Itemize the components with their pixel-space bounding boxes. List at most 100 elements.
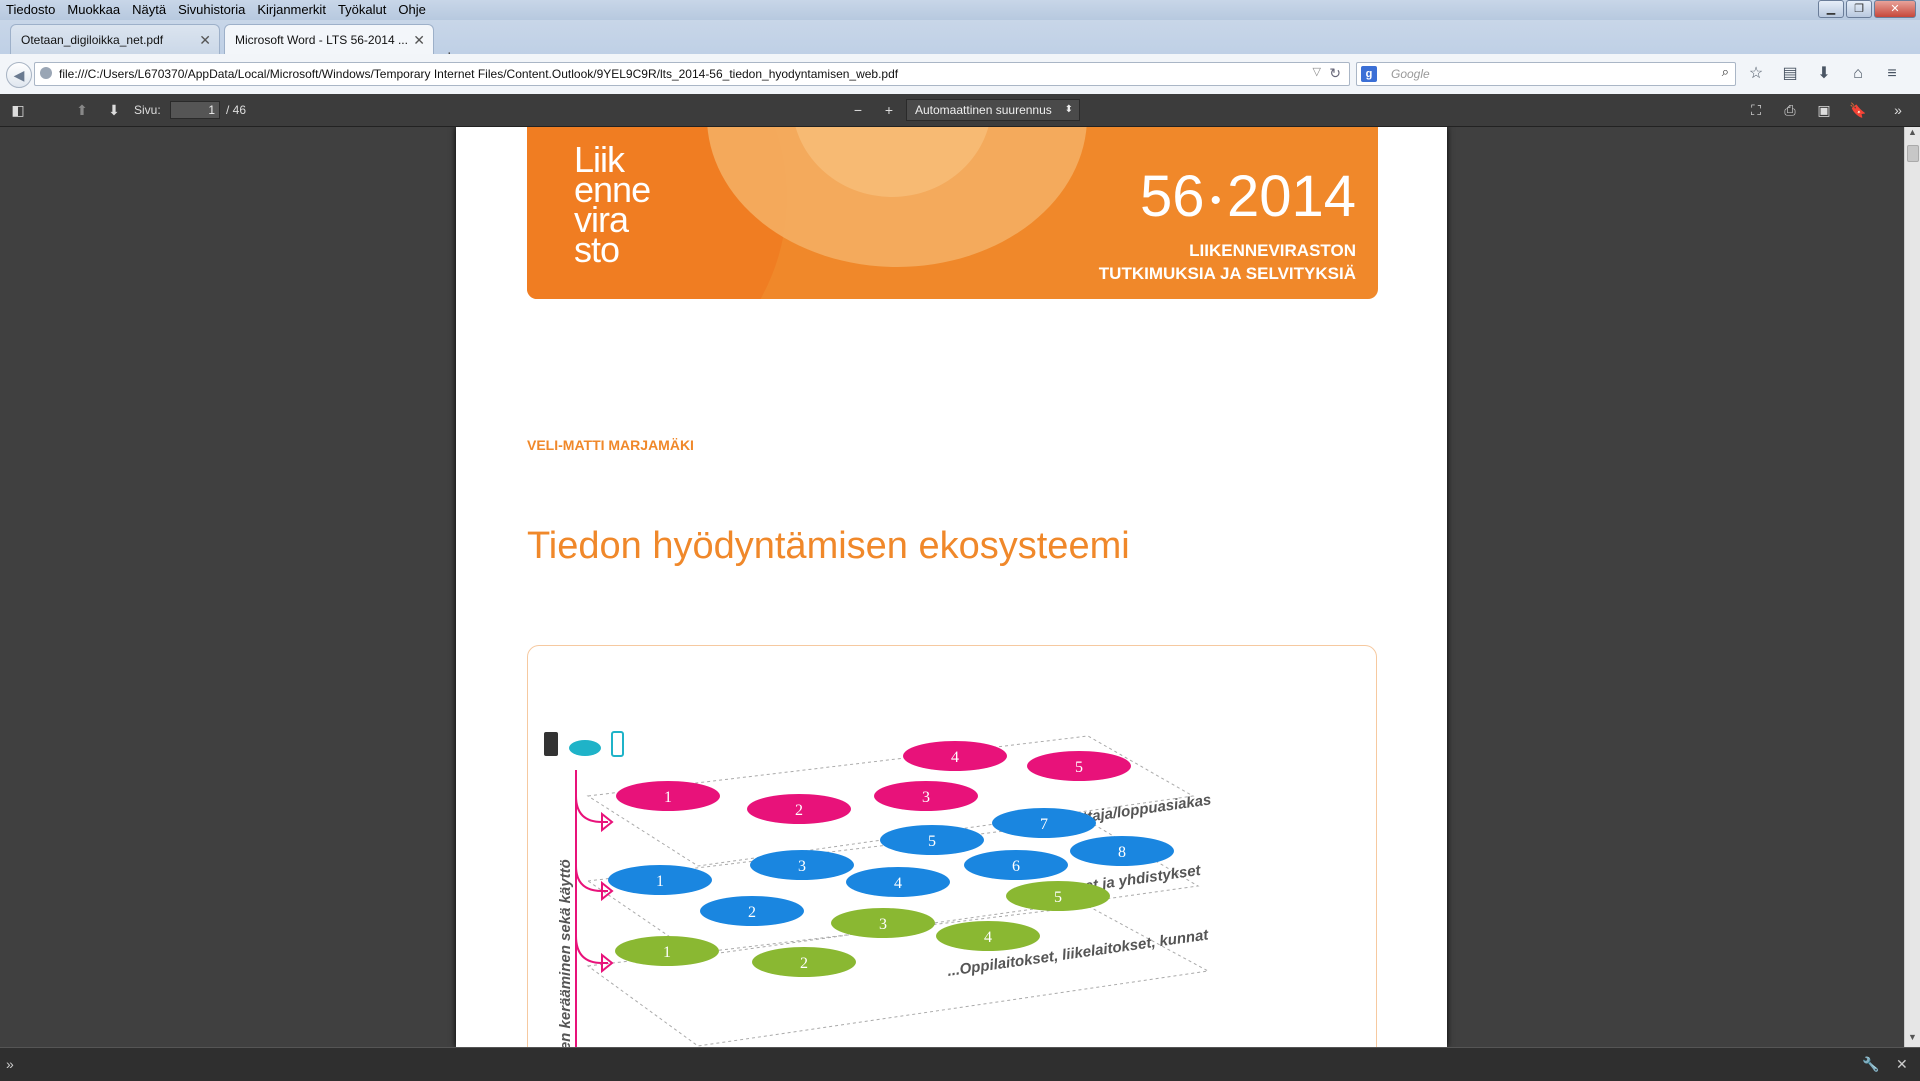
zoom-out-icon[interactable]: − xyxy=(848,100,868,120)
green-node: 5 xyxy=(1006,881,1110,911)
blue-node: 4 xyxy=(846,867,950,897)
blue-node: 5 xyxy=(880,825,984,855)
svg-text:5: 5 xyxy=(1075,759,1083,776)
green-node: 1 xyxy=(615,936,719,966)
arrow-consumer xyxy=(575,795,608,823)
series-line: TUTKIMUKSIA JA SELVITYKSIÄ xyxy=(1098,264,1356,283)
series-line: LIIKENNEVIRASTON xyxy=(1189,241,1356,260)
page-total: / 46 xyxy=(226,103,247,117)
address-url: file:///C:/Users/L670370/AppData/Local/M… xyxy=(59,67,899,81)
arrow-institutions xyxy=(575,935,608,964)
bookmark-star-icon[interactable]: ☆ xyxy=(1744,62,1768,86)
svg-text:4: 4 xyxy=(984,929,992,946)
document-title: Tiedon hyödyntämisen ekosysteemi xyxy=(527,525,1130,567)
search-engine-icon[interactable]: g xyxy=(1361,66,1377,82)
zoom-in-icon[interactable]: + xyxy=(879,100,899,120)
page-number-input[interactable]: 1 xyxy=(170,101,220,119)
search-placeholder: Google xyxy=(1391,67,1430,81)
navigation-bar: ◀ file:///C:/Users/L670370/AppData/Local… xyxy=(0,54,1920,95)
author-name: VELI-MATTI MARJAMÄKI xyxy=(527,437,694,453)
menu-hamburger-icon[interactable]: ≡ xyxy=(1880,62,1904,86)
address-bar[interactable]: file:///C:/Users/L670370/AppData/Local/M… xyxy=(34,62,1350,86)
search-bar[interactable]: g Google ⌕ xyxy=(1356,62,1736,86)
tab-label: Microsoft Word - LTS 56-2014 ... xyxy=(235,33,408,47)
svg-text:5: 5 xyxy=(1054,889,1062,906)
minimize-icon[interactable]: ▁ xyxy=(1818,0,1844,18)
pink-node: 5 xyxy=(1027,751,1131,781)
menu-tyokalut[interactable]: Työkalut xyxy=(332,0,392,20)
page-info-icon[interactable] xyxy=(40,67,52,79)
pdf-viewer[interactable]: Liik enne vira sto 56 • 2014 LIIKENNEVIRAS… xyxy=(0,127,1905,1047)
wrench-icon[interactable]: 🔧 xyxy=(1862,1056,1879,1073)
phone-icon xyxy=(611,731,624,757)
tab-strip: Otetaan_digiloikka_net.pdf ✕ Microsoft W… xyxy=(0,20,1920,67)
pdf-page: Liik enne vira sto 56 • 2014 LIIKENNEVIRAS… xyxy=(456,127,1447,1047)
scroll-down-icon[interactable]: ▼ xyxy=(1905,1032,1920,1047)
svg-text:3: 3 xyxy=(922,789,930,806)
tab-otetaan-digiloikka[interactable]: Otetaan_digiloikka_net.pdf ✕ xyxy=(10,24,220,54)
sidebar-toggle-icon[interactable]: ◧ xyxy=(8,100,28,120)
presentation-mode-icon[interactable]: ⛶ xyxy=(1746,100,1766,120)
close-addon-bar-icon[interactable]: ✕ xyxy=(1896,1056,1908,1073)
pdf-toolbar: ◧ ⬆ ⬇ Sivu: 1 / 46 − + Automaattinen suu… xyxy=(0,94,1920,127)
previous-page-icon[interactable]: ⬆ xyxy=(72,100,92,120)
menu-bar: Tiedosto Muokkaa Näytä Sivuhistoria Kirj… xyxy=(0,0,1920,20)
next-page-icon[interactable]: ⬇ xyxy=(104,100,124,120)
blue-node: 2 xyxy=(700,896,804,926)
liikennevirasto-logo: Liik enne vira sto xyxy=(574,142,651,270)
svg-text:4: 4 xyxy=(894,875,902,892)
back-button[interactable]: ◀ xyxy=(6,62,32,88)
svg-text:2: 2 xyxy=(795,802,803,819)
reading-list-icon[interactable]: ▤ xyxy=(1778,62,1802,86)
ecosystem-diagram: ...iden kerääminen sekä käyttö 1 2 3 4 5… xyxy=(527,645,1377,1047)
vertical-scrollbar[interactable]: ▲ ▼ xyxy=(1904,127,1920,1047)
tab-lts-56-2014[interactable]: Microsoft Word - LTS 56-2014 ... ✕ xyxy=(224,24,434,54)
blue-node: 3 xyxy=(750,850,854,880)
tab-label: Otetaan_digiloikka_net.pdf xyxy=(21,33,164,47)
menu-muokkaa[interactable]: Muokkaa xyxy=(61,0,126,20)
issue-num: 56 xyxy=(1139,164,1205,229)
zoom-value: Automaattinen suurennus xyxy=(915,103,1052,117)
pink-node: 1 xyxy=(616,781,720,811)
close-tab-icon[interactable]: ✕ xyxy=(413,25,425,54)
blue-node: 7 xyxy=(992,808,1096,838)
menu-nayta[interactable]: Näytä xyxy=(126,0,172,20)
logo-line: sto xyxy=(574,229,620,270)
addon-chevron-icon[interactable]: » xyxy=(6,1056,14,1072)
svg-text:3: 3 xyxy=(798,858,806,875)
pink-node: 4 xyxy=(903,741,1007,771)
pink-node: 2 xyxy=(747,794,851,824)
pink-node: 3 xyxy=(874,781,978,811)
maximize-icon[interactable]: ❐ xyxy=(1846,0,1872,18)
downloads-icon[interactable]: ⬇ xyxy=(1812,62,1836,86)
close-tab-icon[interactable]: ✕ xyxy=(199,25,211,54)
scroll-up-icon[interactable]: ▲ xyxy=(1905,127,1920,142)
scroll-thumb[interactable] xyxy=(1907,145,1919,162)
issue-number: 56 • 2014 xyxy=(1140,167,1356,231)
history-dropdown-icon[interactable]: ▽ xyxy=(1313,65,1321,78)
save-icon[interactable]: ▣ xyxy=(1814,100,1834,120)
close-window-icon[interactable]: ✕ xyxy=(1874,0,1916,18)
window-controls: ▁ ❐ ✕ xyxy=(1818,0,1916,18)
svg-text:4: 4 xyxy=(951,749,959,766)
print-icon[interactable]: ⎙ xyxy=(1780,100,1800,120)
issue-year: 2014 xyxy=(1226,164,1356,229)
green-node: 3 xyxy=(831,908,935,938)
bookmark-view-icon[interactable]: 🔖 xyxy=(1848,100,1868,120)
menu-ohje[interactable]: Ohje xyxy=(392,0,431,20)
menu-kirjanmerkit[interactable]: Kirjanmerkit xyxy=(251,0,332,20)
svg-text:1: 1 xyxy=(664,789,672,806)
arrow-companies xyxy=(575,865,608,892)
search-icon[interactable]: ⌕ xyxy=(1722,64,1729,80)
home-icon[interactable]: ⌂ xyxy=(1846,62,1870,86)
nav-toolbar-icons: ☆ ▤ ⬇ ⌂ ≡ xyxy=(1744,62,1904,86)
tools-chevron-icon[interactable]: » xyxy=(1888,100,1908,120)
reload-icon[interactable]: ↻ xyxy=(1329,65,1341,82)
zoom-select[interactable]: Automaattinen suurennus ⬍ xyxy=(906,99,1080,121)
svg-text:7: 7 xyxy=(1040,816,1048,833)
page-label: Sivu: xyxy=(134,103,161,117)
server-icon xyxy=(544,732,558,756)
menu-sivuhistoria[interactable]: Sivuhistoria xyxy=(172,0,251,20)
menu-tiedosto[interactable]: Tiedosto xyxy=(0,0,61,20)
green-node: 4 xyxy=(936,921,1040,951)
